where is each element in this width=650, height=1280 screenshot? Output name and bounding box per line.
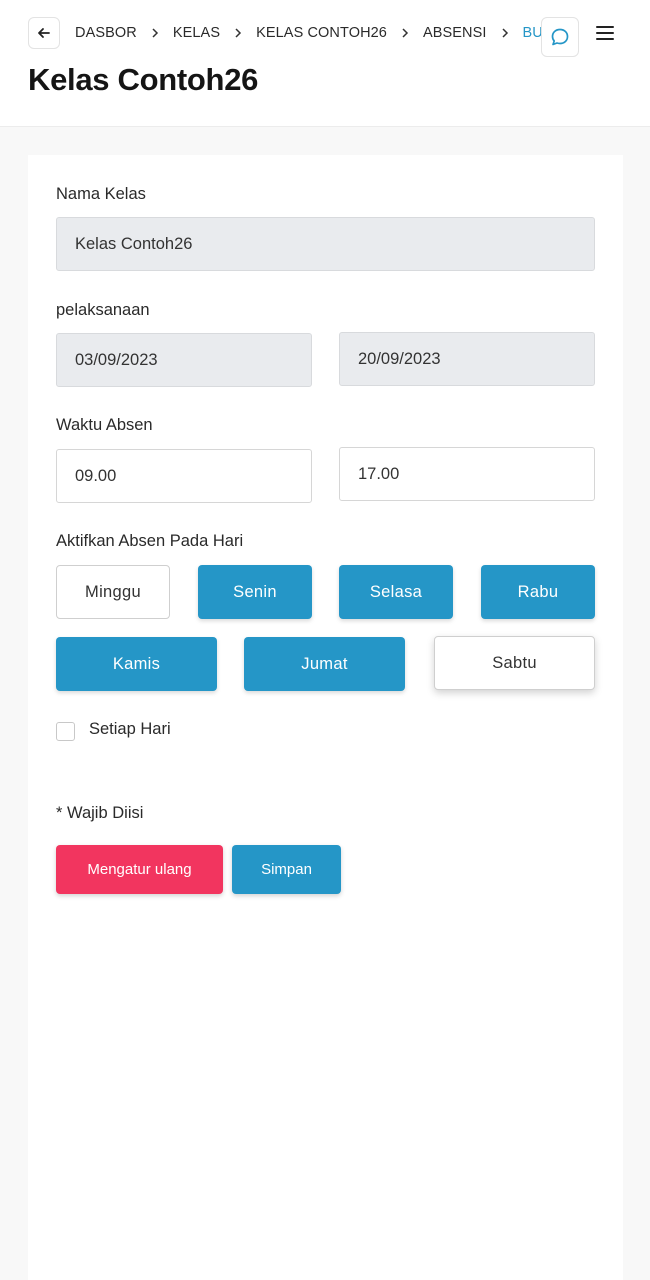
app-header: DASBOR KELAS KELAS CONTOH26 ABSENSI BUAT…	[0, 0, 650, 127]
page-title: Kelas Contoh26	[28, 62, 259, 97]
breadcrumb-dasbor[interactable]: DASBOR	[75, 25, 137, 41]
chat-button[interactable]	[541, 17, 579, 57]
day-jumat-button[interactable]: Jumat	[244, 637, 405, 691]
period-start-field: 03/09/2023	[56, 333, 312, 387]
every-day-label[interactable]: Setiap Hari	[89, 720, 171, 739]
period-end-field: 20/09/2023	[339, 332, 595, 386]
breadcrumb-absensi[interactable]: ABSENSI	[423, 25, 487, 41]
arrow-left-icon	[38, 28, 50, 38]
chevron-right-icon	[487, 27, 523, 39]
day-rabu-button[interactable]: Rabu	[481, 565, 595, 619]
chevron-right-icon	[220, 27, 256, 39]
time-start-input[interactable]: 09.00	[56, 449, 312, 503]
days-label: Aktifkan Absen Pada Hari	[56, 532, 244, 550]
breadcrumb-kelas[interactable]: KELAS	[173, 25, 220, 41]
breadcrumb: DASBOR KELAS KELAS CONTOH26 ABSENSI BUAT	[75, 22, 561, 44]
day-kamis-button[interactable]: Kamis	[56, 637, 217, 691]
class-name-field: Kelas Contoh26	[56, 217, 595, 271]
day-senin-button[interactable]: Senin	[198, 565, 312, 619]
menu-button[interactable]	[594, 22, 616, 44]
save-button[interactable]: Simpan	[232, 845, 341, 894]
hamburger-menu-icon	[596, 26, 614, 40]
time-end-input[interactable]: 17.00	[339, 447, 595, 501]
time-label: Waktu Absen	[56, 416, 153, 434]
form-card: Nama Kelas Kelas Contoh26 pelaksanaan 03…	[28, 155, 623, 1280]
breadcrumb-kelas-contoh26[interactable]: KELAS CONTOH26	[256, 25, 387, 41]
class-name-label: Nama Kelas	[56, 185, 146, 203]
chevron-right-icon	[137, 27, 173, 39]
period-label: pelaksanaan	[56, 301, 150, 319]
every-day-checkbox[interactable]	[56, 722, 75, 741]
required-note: * Wajib Diisi	[56, 804, 144, 822]
day-minggu-button[interactable]: Minggu	[56, 565, 170, 619]
chevron-right-icon	[387, 27, 423, 39]
chat-bubble-icon	[551, 28, 569, 46]
reset-button[interactable]: Mengatur ulang	[56, 845, 223, 894]
day-sabtu-button[interactable]: Sabtu	[434, 636, 595, 690]
day-selasa-button[interactable]: Selasa	[339, 565, 453, 619]
back-button[interactable]	[28, 17, 60, 49]
